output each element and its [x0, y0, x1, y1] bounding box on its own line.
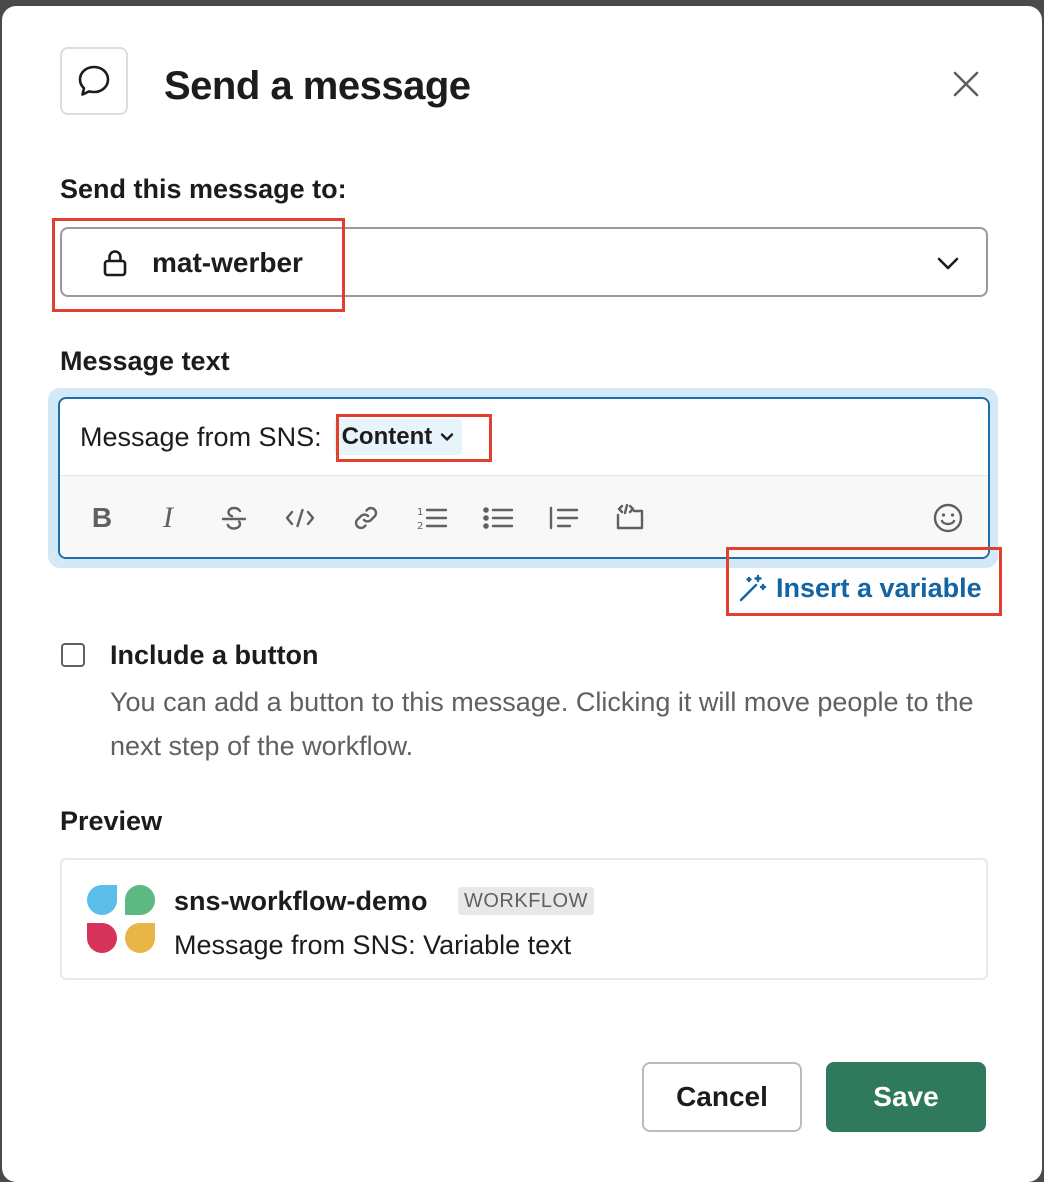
message-editor[interactable]: Message from SNS: Content B I 1 2 — [58, 397, 990, 559]
ordered-list-button[interactable]: 1 2 — [412, 498, 452, 538]
svg-text:1: 1 — [417, 507, 423, 518]
insert-variable-link[interactable]: Insert a variable — [738, 568, 982, 608]
code-button[interactable] — [280, 498, 320, 538]
bulleted-list-button[interactable] — [478, 498, 518, 538]
svg-text:2: 2 — [417, 521, 423, 532]
strikethrough-button[interactable] — [214, 498, 254, 538]
close-button[interactable] — [946, 64, 986, 104]
insert-variable-label: Insert a variable — [776, 572, 982, 603]
emoji-button[interactable] — [928, 498, 968, 538]
bold-button[interactable]: B — [82, 498, 122, 538]
app-logo-icon — [86, 884, 156, 959]
link-button[interactable] — [346, 498, 386, 538]
ordered-list-icon: 1 2 — [417, 507, 448, 532]
message-bubble-icon — [60, 47, 128, 115]
strikethrough-icon — [221, 506, 247, 530]
recipient-select[interactable]: mat-werber — [60, 227, 988, 297]
send-message-dialog: Send a message Send this message to: mat… — [2, 6, 1042, 1182]
preview-message-text: Message from SNS: Variable text — [174, 930, 572, 960]
formatting-toolbar: B I 1 2 — [60, 475, 988, 557]
include-button-label: Include a button — [110, 640, 319, 670]
italic-button[interactable]: I — [148, 498, 188, 538]
recipient-label: Send this message to: — [60, 174, 347, 204]
message-preview: sns-workflow-demo WORKFLOW Message from … — [60, 858, 988, 980]
variable-chip-content[interactable]: Content — [333, 419, 463, 455]
workflow-badge: WORKFLOW — [458, 887, 594, 915]
include-button-description: You can add a button to this message. Cl… — [110, 687, 974, 761]
chevron-down-icon — [440, 430, 454, 444]
emoji-icon — [933, 503, 963, 533]
lock-icon — [102, 248, 128, 283]
code-icon — [285, 508, 315, 528]
close-icon — [953, 71, 979, 97]
message-prefix: Message from SNS: — [80, 422, 322, 452]
save-button[interactable]: Save — [826, 1062, 986, 1132]
preview-app-name: sns-workflow-demo — [174, 886, 428, 916]
variable-chip-label: Content — [341, 423, 433, 450]
cancel-button[interactable]: Cancel — [642, 1062, 802, 1132]
include-button-checkbox[interactable] — [61, 643, 85, 667]
blockquote-icon — [549, 506, 579, 530]
dialog-title: Send a message — [164, 64, 471, 108]
link-icon — [354, 506, 378, 530]
blockquote-button[interactable] — [544, 498, 584, 538]
recipient-value: mat-werber — [152, 247, 303, 278]
italic-icon: I — [163, 501, 173, 534]
chevron-down-icon — [936, 251, 960, 280]
code-block-button[interactable] — [610, 498, 650, 538]
bold-icon: B — [91, 502, 113, 533]
message-text-label: Message text — [60, 346, 230, 376]
preview-label: Preview — [60, 806, 163, 836]
message-text-content[interactable]: Message from SNS: Content — [80, 419, 463, 455]
bulleted-list-icon — [483, 507, 514, 529]
magic-wand-icon — [738, 573, 768, 603]
code-block-icon — [616, 503, 644, 530]
